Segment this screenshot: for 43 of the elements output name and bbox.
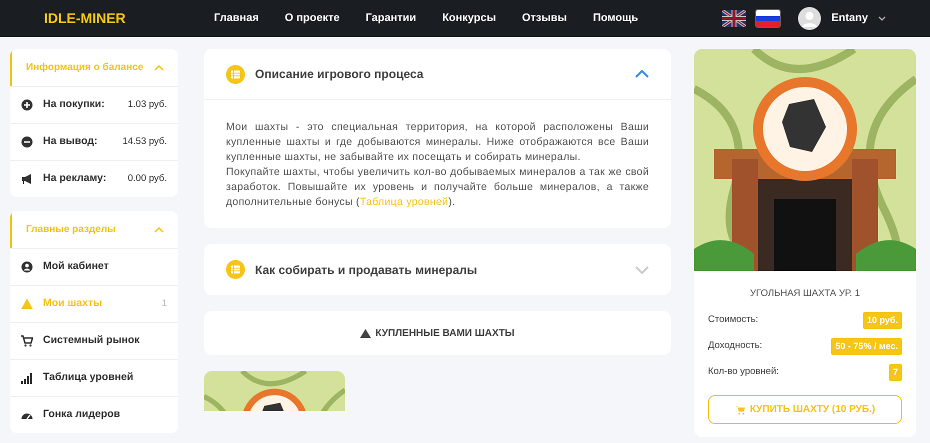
stat-value: 50 - 75% / мес. xyxy=(831,338,902,355)
cart-icon xyxy=(734,404,746,415)
caret-icon[interactable] xyxy=(878,16,886,22)
accordion-header[interactable]: Описание игрового процеса xyxy=(204,49,671,100)
list-icon xyxy=(226,260,245,279)
user-icon xyxy=(21,261,33,273)
nav-link[interactable]: Помощь xyxy=(592,10,638,27)
minus-circle-icon xyxy=(21,136,33,148)
list-icon xyxy=(226,64,245,84)
sidebar-item[interactable]: Гонка лидеров xyxy=(10,396,178,433)
plus-circle-icon xyxy=(21,99,33,111)
nav-link[interactable]: Конкурсы xyxy=(442,10,496,27)
accordion-header[interactable]: Как собирать и продавать минералы xyxy=(204,244,671,295)
stat-label: Доходность: xyxy=(708,339,762,354)
paragraph-text: Мои шахты - это специальная территория, на которой расположены Ваши купленные шахты и где добываются минералы. Ниже отображаются все Ваши купленные шахты, не забывайте их посещать и собирать минералы. xyxy=(226,120,649,165)
sidebar-item[interactable]: Системный рынок xyxy=(10,322,178,359)
language-flag[interactable] xyxy=(722,10,746,27)
site-logo[interactable]: IDLE-MINER xyxy=(44,8,214,29)
mountain-icon xyxy=(360,328,372,338)
stat-value: 7 xyxy=(888,364,902,381)
sidebar-item[interactable]: Мой кабинет xyxy=(10,248,178,285)
warning-icon xyxy=(21,298,33,310)
sidebar-item[interactable]: На рекламу: 0.00 руб. xyxy=(10,160,178,197)
language-flag[interactable] xyxy=(756,10,780,27)
nav-link[interactable]: О проекте xyxy=(284,10,340,27)
mine-title: УГОЛЬНАЯ ШАХТА УР. 1 xyxy=(748,287,862,301)
nav-link[interactable]: Отзывы xyxy=(522,10,567,27)
stat-value: 10 руб. xyxy=(863,312,902,329)
paragraph-text: Покупайте шахты, чтобы увеличить кол-во добываемых минералов а так же свой заработок. Повышайте их уровень и получайте больше минералов, а также дополнительные бонусы (Таблица уровней). xyxy=(226,165,649,210)
sidebar-item[interactable]: Таблица уровней xyxy=(10,359,178,396)
nav-link[interactable]: Главная xyxy=(214,10,259,27)
sidebar-item[interactable]: На вывод: 14.53 руб. xyxy=(10,123,178,160)
sidebar-item[interactable]: На покупки: 1.03 руб. xyxy=(10,86,178,123)
cart-icon xyxy=(21,335,33,347)
user-name[interactable]: Entany xyxy=(831,10,868,27)
stat-label: Стоимость: xyxy=(708,313,758,328)
section-heading: КУПЛЕННЫЕ ВАМИ ШАХТЫ xyxy=(375,326,515,340)
chevron-icon[interactable] xyxy=(635,70,649,78)
avatar-icon xyxy=(798,7,822,30)
megaphone-icon xyxy=(21,173,33,185)
nav-link[interactable]: Гарантии xyxy=(366,10,416,27)
signal-bars-icon xyxy=(21,372,33,384)
stat-label: Кол-во уровней: xyxy=(708,365,779,380)
